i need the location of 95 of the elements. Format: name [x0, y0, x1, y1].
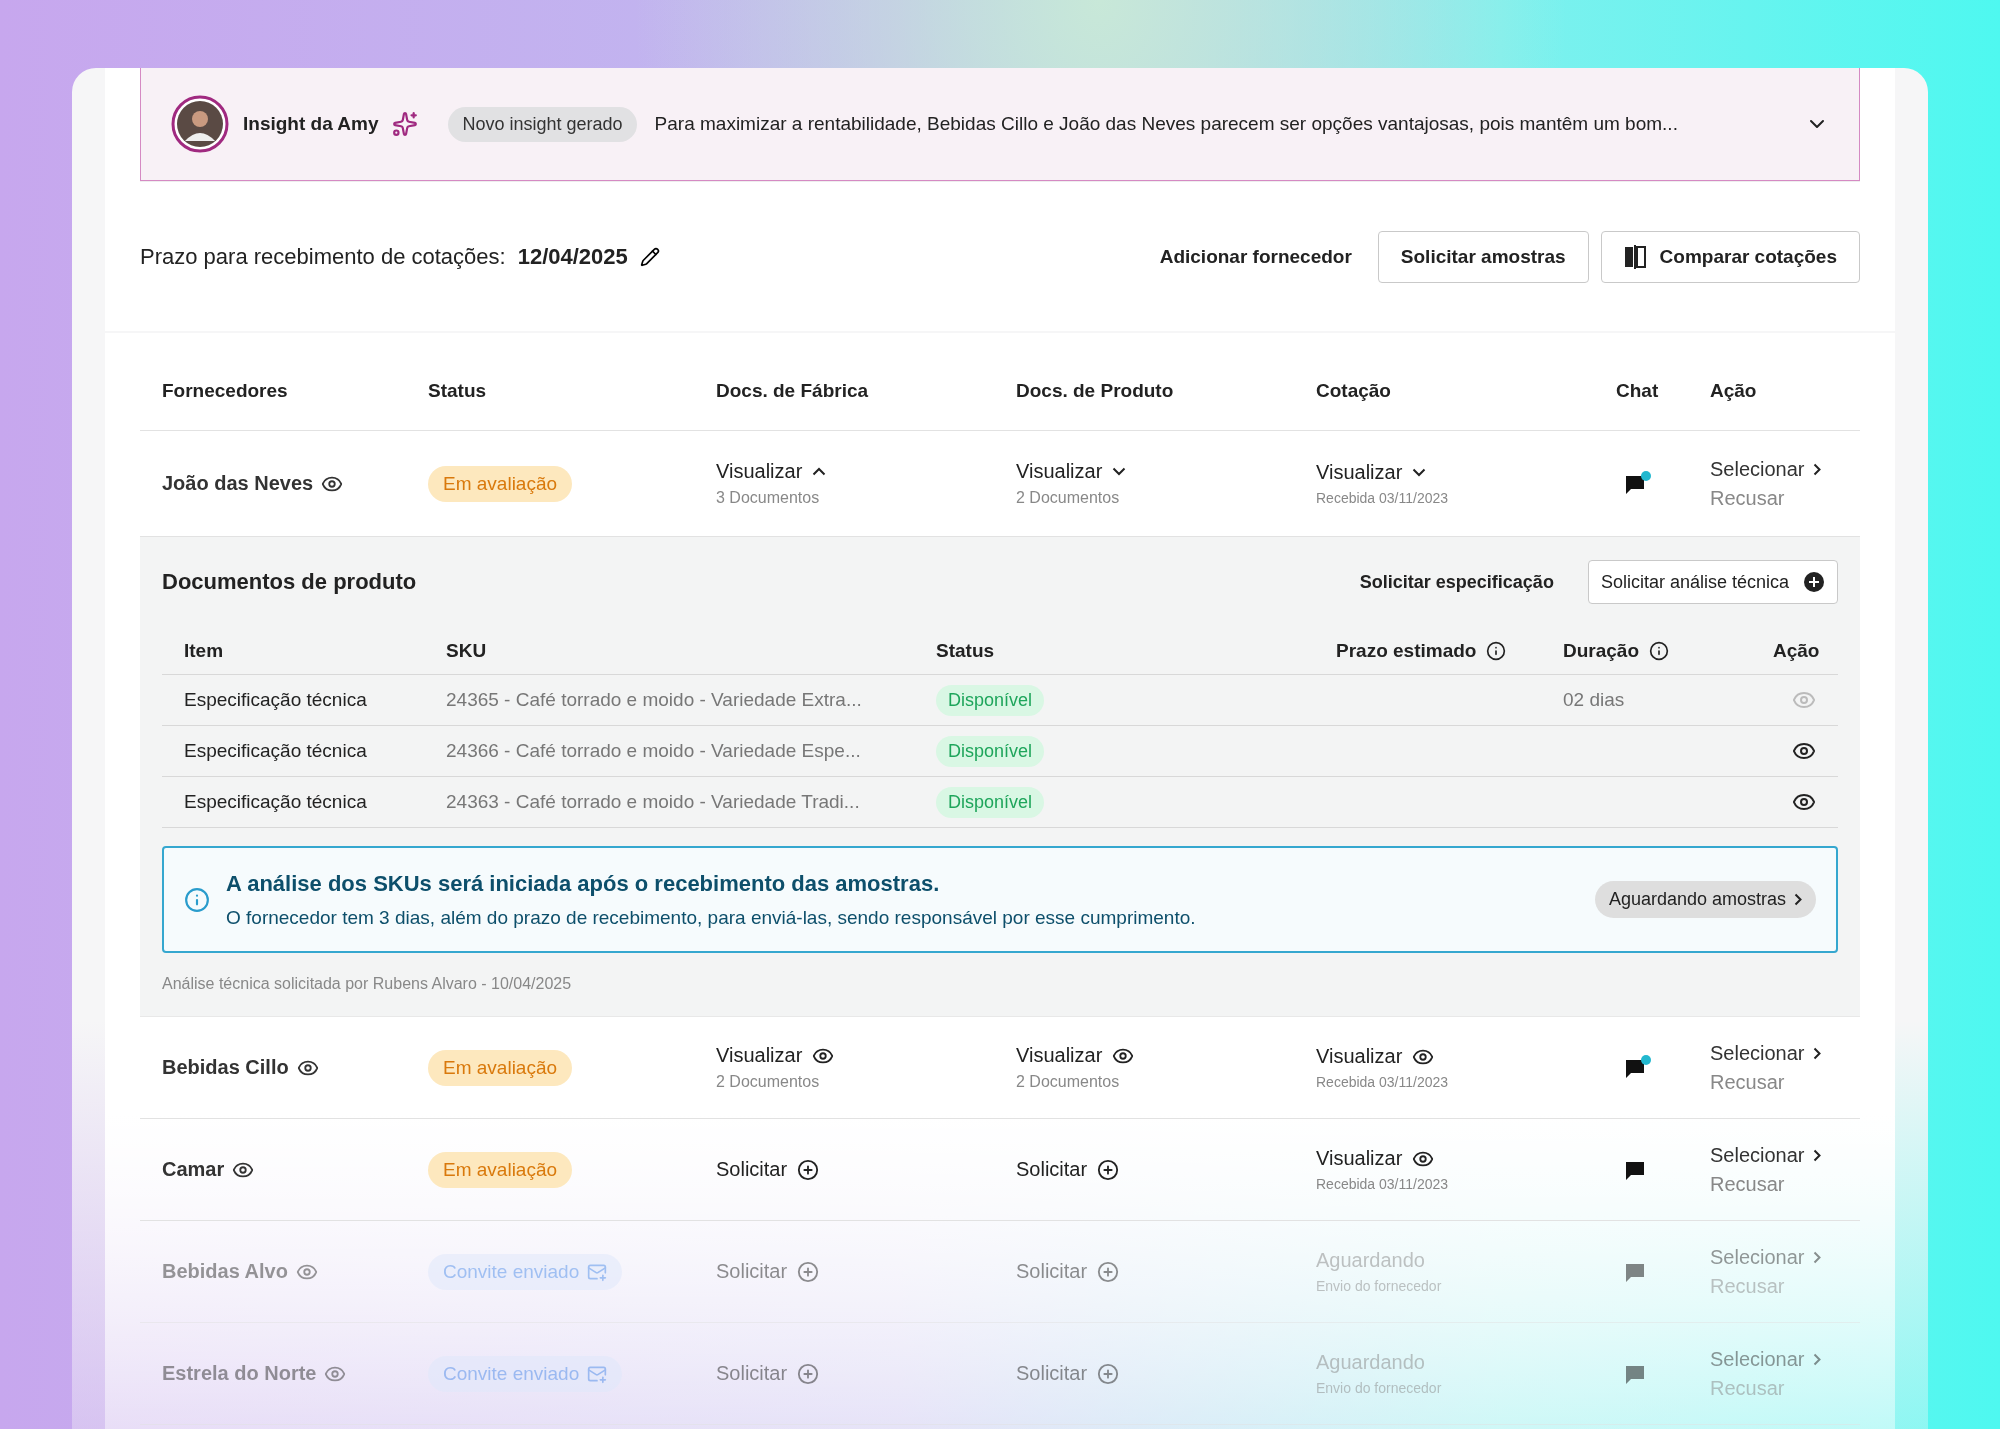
visualizar-button[interactable]: Visualizar	[716, 1044, 835, 1067]
status-badge: Disponível	[936, 786, 1045, 818]
sparkles-icon	[392, 111, 419, 137]
info-icon	[184, 886, 210, 913]
column-header: Prazo estimado	[1336, 640, 1563, 662]
chevron-right-icon	[1812, 1046, 1821, 1060]
column-header: Docs. de Fábrica	[716, 380, 870, 402]
chat-icon[interactable]	[1624, 1054, 1652, 1081]
plus-circle-icon	[797, 1158, 820, 1181]
compare-button[interactable]: Comparar cotações	[1600, 230, 1860, 283]
awaiting-samples-button[interactable]: Aguardando amostras	[1594, 881, 1816, 918]
plus-circle-icon	[1097, 1158, 1120, 1181]
waiting-subtext: Envio do fornecedor	[1316, 1380, 1443, 1396]
solicitar-button[interactable]: Solicitar	[716, 1158, 820, 1181]
sku-cell-text: 24365 - Café torrado e moido - Variedade Extra...	[446, 689, 863, 711]
visualizar-button[interactable]: Visualizar	[1316, 1147, 1435, 1170]
notice-text: O fornecedor tem 3 dias, além do prazo de recebimento, para enviá-las, sendo responsável por esse cumprimento.	[226, 906, 1197, 929]
document-count: 2 Documentos	[716, 1073, 821, 1091]
column-header: Fornecedores	[162, 380, 289, 402]
status-badge: Em avaliação	[428, 465, 573, 502]
document-count: 3 Documentos	[716, 489, 821, 507]
status-badge: Convite enviado	[428, 1253, 623, 1290]
item-cell-text: Especificação técnica	[184, 791, 368, 813]
visualizar-button[interactable]: Visualizar	[1016, 1044, 1135, 1067]
select-button[interactable]: Selecionar	[1710, 1143, 1838, 1167]
duration-cell-text: 02 dias	[1563, 689, 1626, 711]
sku-cell-text: 24363 - Café torrado e moido - Variedade Tradi...	[446, 791, 861, 813]
waiting-text: Aguardando	[1316, 1249, 1426, 1272]
insight-text: Para maximizar a rentabilidade, Bebidas Cillo e João das Neves parecem ser opções vantajosas, pois mantêm um bom...	[654, 113, 1679, 135]
column-header: Ação	[1710, 380, 1758, 402]
insight-title: Insight da Amy	[243, 113, 379, 135]
supplier-name: Estrela do Norte	[162, 1362, 317, 1385]
status-badge: Em avaliação	[428, 1049, 573, 1086]
status-badge: Disponível	[936, 684, 1045, 716]
supplier-name: Bebidas Cillo	[162, 1056, 289, 1079]
waiting-text: Aguardando	[1316, 1351, 1426, 1374]
item-cell-text: Especificação técnica	[184, 689, 368, 711]
plus-circle-icon	[797, 1362, 820, 1385]
column-header: Duração	[1563, 640, 1773, 662]
column-header: Cotação	[1316, 380, 1392, 402]
document-count: 2 Documentos	[1016, 489, 1121, 507]
refuse-button[interactable]: Recusar	[1710, 486, 1838, 510]
request-samples-button[interactable]: Solicitar amostras	[1377, 230, 1589, 283]
select-button[interactable]: Selecionar	[1710, 457, 1838, 481]
chevron-right-icon	[1812, 1148, 1821, 1162]
visualizar-dropdown[interactable]: Visualizar	[1016, 460, 1127, 483]
panel-title: Documentos de produto	[162, 569, 418, 595]
plus-circle-icon	[1097, 1362, 1120, 1385]
column-header: SKU	[446, 640, 488, 662]
deadline-label: Prazo para recebimento de cotações:	[140, 243, 506, 270]
chevron-right-icon	[1812, 1352, 1821, 1366]
document-count: Recebida 03/11/2023	[1316, 1074, 1450, 1090]
column-header: Ação	[1773, 640, 1820, 662]
request-note: Análise técnica solicitada por Rubens Alvaro - 10/04/2025	[162, 974, 573, 993]
waiting-subtext: Envio do fornecedor	[1316, 1278, 1443, 1294]
item-cell-text: Especificação técnica	[184, 740, 368, 762]
solicitar-button[interactable]: Solicitar	[1016, 1158, 1120, 1181]
column-header: Status	[428, 380, 488, 402]
plus-circle-icon	[1097, 1260, 1120, 1283]
document-count: Recebida 03/11/2023	[1316, 1176, 1450, 1192]
column-header: Item	[184, 640, 225, 662]
plus-icon	[1803, 571, 1825, 593]
request-spec-link[interactable]: Solicitar especificação	[1345, 571, 1568, 593]
insight-badge: Novo insight gerado	[448, 106, 637, 142]
refuse-button[interactable]: Recusar	[1710, 1070, 1838, 1094]
visualizar-dropdown[interactable]: Visualizar	[716, 460, 827, 483]
document-count: 2 Documentos	[1016, 1073, 1121, 1091]
supplier-name: Camar	[162, 1158, 225, 1181]
deadline-date: 12/04/2025	[517, 243, 628, 270]
sku-cell-text: 24366 - Café torrado e moido - Variedade Espe...	[446, 740, 862, 762]
visualizar-dropdown[interactable]: Visualizar	[1316, 461, 1427, 484]
document-count: Recebida 03/11/2023	[1316, 490, 1450, 506]
select-button[interactable]: Selecionar	[1710, 1041, 1838, 1065]
visualizar-button[interactable]: Visualizar	[1316, 1045, 1435, 1068]
column-header: Docs. de Produto	[1016, 380, 1175, 402]
compare-icon	[1623, 244, 1646, 269]
pencil-icon[interactable]	[639, 246, 660, 267]
chevron-right-icon	[1812, 462, 1821, 476]
chevron-right-icon	[1794, 893, 1802, 906]
chat-icon[interactable]	[1624, 470, 1652, 497]
add-supplier-link[interactable]: Adicionar fornecedor	[1145, 245, 1366, 268]
status-badge: Convite enviado	[428, 1355, 623, 1392]
info-icon	[1486, 641, 1507, 661]
supplier-name: João das Neves	[162, 472, 314, 495]
chevron-right-icon	[1812, 1250, 1821, 1264]
avatar	[171, 95, 229, 153]
column-header: Chat	[1616, 380, 1660, 402]
notice-title: A análise dos SKUs será iniciada após o recebimento das amostras.	[226, 870, 941, 897]
plus-circle-icon	[797, 1260, 820, 1283]
column-header: Status	[936, 640, 996, 662]
status-badge: Disponível	[936, 735, 1045, 767]
request-analysis-button[interactable]: Solicitar análise técnica	[1587, 560, 1838, 604]
supplier-name: Bebidas Alvo	[162, 1260, 288, 1283]
status-badge: Em avaliação	[428, 1151, 573, 1188]
info-icon	[1649, 641, 1670, 661]
